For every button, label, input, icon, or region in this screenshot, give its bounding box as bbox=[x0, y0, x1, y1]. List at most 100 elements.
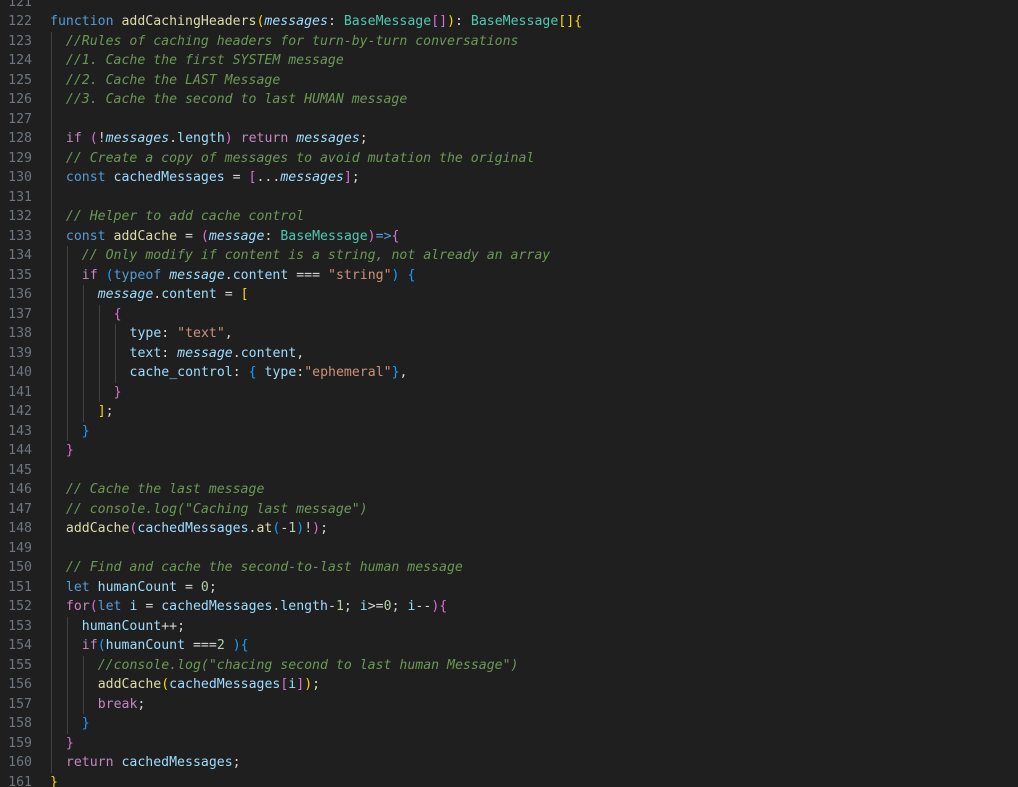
code-line[interactable]: 145 bbox=[0, 460, 1018, 480]
code-lines[interactable]: 121 122 function addCachingHeaders(message… bbox=[0, 0, 1018, 787]
code-line[interactable]: 156 addCache(cachedMessages[i]); bbox=[0, 675, 1018, 695]
indent-guide bbox=[82, 304, 84, 324]
code-token: === bbox=[185, 638, 217, 653]
code-text[interactable]: //2. Cache the LAST Message bbox=[66, 71, 280, 91]
code-editor[interactable]: 121 122 function addCachingHeaders(message… bbox=[0, 0, 1018, 787]
code-line[interactable]: 132 // Helper to add cache control bbox=[0, 207, 1018, 227]
code-line[interactable]: 151 let humanCount = 0; bbox=[0, 577, 1018, 598]
code-line[interactable]: 139 text: message.content, bbox=[0, 343, 1018, 364]
code-text[interactable]: const cachedMessages = [...messages]; bbox=[66, 168, 360, 188]
code-line[interactable]: 125 //2. Cache the LAST Message bbox=[0, 70, 1018, 91]
code-text[interactable]: return cachedMessages; bbox=[66, 753, 241, 773]
code-text[interactable]: message.content = [ bbox=[98, 285, 249, 305]
code-token: cachedMessages bbox=[113, 170, 225, 185]
code-line[interactable]: 146 // Cache the last message bbox=[0, 480, 1018, 500]
code-text[interactable]: if (typeof message.content === "string")… bbox=[82, 266, 416, 286]
code-line[interactable]: 153 humanCount++; bbox=[0, 616, 1018, 637]
line-number: 133 bbox=[8, 228, 32, 244]
code-text[interactable]: // Helper to add cache control bbox=[66, 207, 304, 227]
code-text[interactable]: //3. Cache the second to last HUMAN mess… bbox=[66, 90, 407, 110]
code-text[interactable]: ]; bbox=[98, 402, 114, 422]
code-text[interactable]: } bbox=[66, 441, 74, 461]
code-text[interactable]: { bbox=[114, 305, 122, 325]
code-line[interactable]: 126 //3. Cache the second to last HUMAN m… bbox=[0, 90, 1018, 110]
code-text[interactable]: //console.log("chacing second to last hu… bbox=[98, 656, 519, 676]
indent-guide bbox=[51, 285, 52, 305]
code-token: ( bbox=[161, 677, 170, 692]
code-text[interactable]: //Rules of caching headers for turn-by-t… bbox=[66, 32, 519, 52]
code-text[interactable]: text: message.content, bbox=[130, 344, 305, 364]
code-text[interactable]: // Cache the last message bbox=[66, 480, 265, 500]
code-line[interactable]: 140 cache_control: { type:"ephemeral"}, bbox=[0, 363, 1018, 383]
code-line[interactable]: 149 bbox=[0, 538, 1018, 558]
code-line[interactable]: 159} bbox=[0, 733, 1018, 754]
code-text[interactable]: } bbox=[82, 422, 90, 442]
code-line[interactable]: 136 message.content = [ bbox=[0, 285, 1018, 305]
code-line[interactable]: 135 if (typeof message.content === "strin… bbox=[0, 265, 1018, 286]
code-line[interactable]: 133 const addCache = (message: BaseMessag… bbox=[0, 226, 1018, 247]
code-token: 0 bbox=[200, 579, 209, 595]
code-token: = bbox=[177, 579, 201, 595]
code-text[interactable]: } bbox=[82, 714, 90, 734]
code-token: 2 bbox=[216, 638, 225, 653]
code-line[interactable]: 147 // console.log("Caching last message"… bbox=[0, 499, 1018, 520]
code-text[interactable]: addCache(cachedMessages.at(-1)!); bbox=[66, 519, 328, 539]
code-line[interactable]: 130 const cachedMessages = [...messages]; bbox=[0, 168, 1018, 188]
code-line[interactable]: 158} bbox=[0, 714, 1018, 734]
code-token: = bbox=[224, 170, 249, 185]
code-text[interactable]: //1. Cache the first SYSTEM message bbox=[66, 51, 344, 71]
code-line[interactable]: 143} bbox=[0, 421, 1018, 442]
code-text[interactable]: for(let i = cachedMessages.length-1; i>=… bbox=[66, 597, 447, 617]
code-line[interactable]: 161} bbox=[0, 773, 1018, 787]
indent-guide bbox=[66, 636, 68, 656]
code-text[interactable]: } bbox=[66, 734, 74, 754]
code-token: // Only modify if content is a string, n… bbox=[81, 248, 551, 263]
code-text[interactable]: const addCache = (message: BaseMessage)=… bbox=[66, 227, 400, 247]
code-text[interactable]: let humanCount = 0; bbox=[66, 578, 217, 598]
code-line[interactable]: 123 //Rules of caching headers for turn-b… bbox=[0, 31, 1018, 52]
code-line[interactable]: 154 if(humanCount ===2 ){ bbox=[0, 636, 1018, 656]
code-line[interactable]: 148 addCache(cachedMessages.at(-1)!); bbox=[0, 519, 1018, 539]
code-text[interactable]: // Only modify if content is a string, n… bbox=[82, 246, 550, 266]
code-line[interactable]: 155 //console.log("chacing second to last… bbox=[0, 655, 1018, 676]
code-text[interactable]: type: "text", bbox=[130, 324, 233, 344]
code-token: break bbox=[97, 696, 138, 712]
code-line[interactable]: 131 bbox=[0, 187, 1018, 207]
code-text[interactable]: cache_control: { type:"ephemeral"}, bbox=[130, 363, 408, 383]
code-text[interactable]: } bbox=[114, 383, 122, 403]
code-text[interactable]: humanCount++; bbox=[82, 617, 185, 637]
code-line[interactable]: 152 for(let i = cachedMessages.length-1; … bbox=[0, 597, 1018, 617]
code-line[interactable]: 129 // Create a copy of messages to avoid… bbox=[0, 148, 1018, 169]
code-line[interactable]: 150 // Find and cache the second-to-last … bbox=[0, 558, 1018, 578]
code-line[interactable]: 128 if (!messages.length) return messages… bbox=[0, 129, 1018, 149]
code-line[interactable]: 134 // Only modify if content is a string… bbox=[0, 246, 1018, 266]
code-text[interactable]: // console.log("Caching last message") bbox=[66, 500, 368, 520]
code-line[interactable]: 138 type: "text", bbox=[0, 324, 1018, 344]
code-line[interactable]: 122 function addCachingHeaders(messages: … bbox=[0, 12, 1018, 32]
code-line[interactable]: 144} bbox=[0, 441, 1018, 461]
code-line[interactable]: 137 { bbox=[0, 304, 1018, 325]
line-number: 147 bbox=[8, 501, 32, 517]
code-line[interactable]: 160 return cachedMessages; bbox=[0, 753, 1018, 773]
code-line[interactable]: 121 bbox=[0, 0, 1018, 12]
indent-guide bbox=[51, 129, 52, 149]
indent-guide bbox=[66, 655, 68, 675]
code-line[interactable]: 157 break; bbox=[0, 694, 1018, 715]
code-text[interactable]: } bbox=[50, 773, 58, 787]
code-text[interactable]: function addCachingHeaders(messages: Bas… bbox=[50, 12, 582, 32]
code-text[interactable]: break; bbox=[98, 695, 146, 715]
code-line[interactable]: 127 bbox=[0, 109, 1018, 129]
code-text[interactable]: // Find and cache the second-to-last hum… bbox=[66, 558, 463, 578]
code-line[interactable]: 141} bbox=[0, 382, 1018, 403]
code-text[interactable]: if(humanCount ===2 ){ bbox=[82, 636, 249, 656]
line-number: 131 bbox=[8, 189, 32, 205]
code-text[interactable]: // Create a copy of messages to avoid mu… bbox=[66, 149, 534, 169]
code-line[interactable]: 142]; bbox=[0, 402, 1018, 422]
code-token: at bbox=[256, 521, 273, 536]
code-text[interactable]: addCache(cachedMessages[i]); bbox=[98, 675, 320, 695]
code-text[interactable]: if (!messages.length) return messages; bbox=[66, 129, 368, 149]
code-token: ( bbox=[200, 228, 209, 244]
code-line[interactable]: 124 //1. Cache the first SYSTEM message bbox=[0, 51, 1018, 71]
code-token: content bbox=[161, 287, 217, 302]
